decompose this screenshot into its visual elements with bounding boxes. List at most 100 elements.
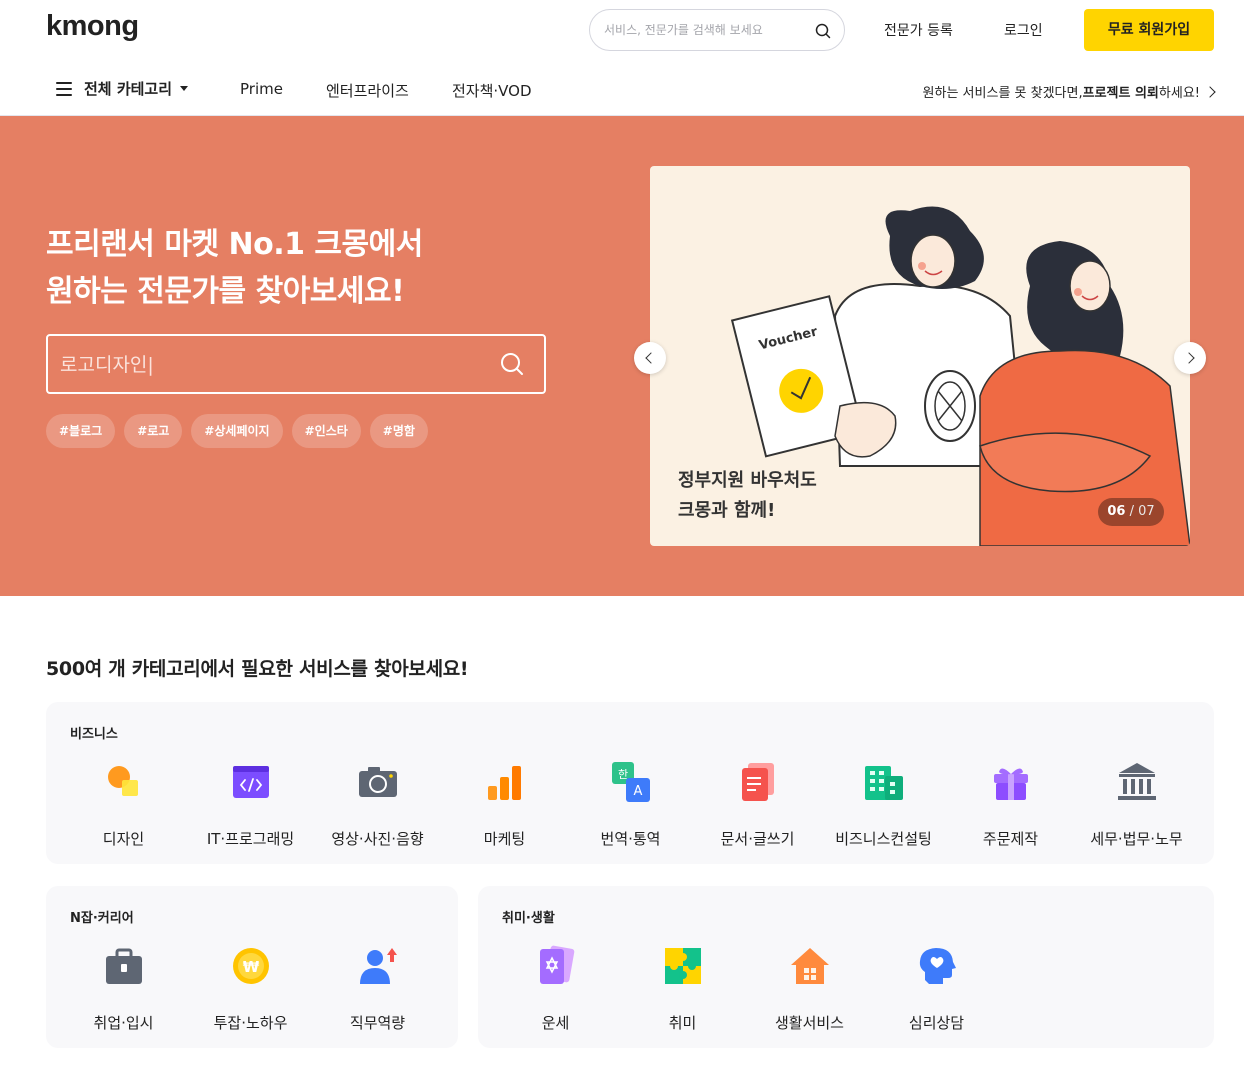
all-categories-label: 전체 카테고리 bbox=[84, 80, 173, 98]
hero-title-line1: 프리랜서 마켓 No.1 크몽에서 bbox=[46, 227, 423, 262]
carousel-prev-button[interactable] bbox=[634, 342, 666, 374]
category-label: 문서·글쓰기 bbox=[720, 830, 795, 848]
category-label: 취업·입시 bbox=[93, 1014, 154, 1032]
category-label: 운세 bbox=[541, 1014, 570, 1032]
category-label: 생활서비스 bbox=[774, 1014, 844, 1032]
svg-text:₩: ₩ bbox=[242, 958, 259, 976]
hero-search-input[interactable] bbox=[60, 352, 480, 378]
categories-heading: 500여 개 카테고리에서 필요한 서비스를 찾아보세요! bbox=[46, 658, 469, 680]
briefcase-icon bbox=[105, 948, 142, 984]
camera-icon bbox=[358, 767, 397, 797]
tag-detail-page[interactable]: #상세페이지 bbox=[191, 414, 283, 448]
category-translation[interactable]: 한 A 번역·통역 bbox=[567, 760, 694, 849]
category-label: 디자인 bbox=[102, 830, 145, 848]
category-label: 세무·법무·노무 bbox=[1090, 830, 1183, 848]
head-heart-icon bbox=[919, 948, 956, 984]
hobby-panel: 취미·생활 운세 취미 생활서비스 심리상담 bbox=[478, 886, 1214, 1048]
slide-separator: / bbox=[1125, 504, 1139, 519]
tarot-card-icon bbox=[539, 945, 574, 984]
search-icon[interactable] bbox=[813, 21, 833, 41]
category-label: 영상·사진·음향 bbox=[331, 830, 424, 848]
tag-business-card[interactable]: #명함 bbox=[369, 414, 428, 448]
category-document-writing[interactable]: 문서·글쓰기 bbox=[694, 760, 821, 849]
career-panel: N잡·커리어 취업·입시 ₩ 투잡·노하우 직무역량 bbox=[46, 886, 458, 1048]
career-title: N잡·커리어 bbox=[70, 911, 134, 926]
chevron-right-icon bbox=[1204, 85, 1216, 98]
puzzle-icon bbox=[664, 948, 701, 984]
category-job-admission[interactable]: 취업·입시 bbox=[60, 944, 187, 1033]
banner-text-line2: 크몽과 함께! bbox=[678, 500, 776, 521]
category-business-consulting[interactable]: 비즈니스컨설팅 bbox=[820, 760, 947, 849]
category-label: 심리상담 bbox=[908, 1014, 965, 1032]
document-icon bbox=[741, 763, 774, 801]
slide-counter: 06 / 07 bbox=[1098, 498, 1164, 526]
promo-banner[interactable]: Voucher 정부지원 바우처도 크몽과 함께! 06 / 07 bbox=[650, 166, 1190, 546]
hobby-title: 취미·생활 bbox=[502, 911, 555, 926]
category-side-job-knowhow[interactable]: ₩ 투잡·노하우 bbox=[187, 944, 314, 1033]
search-icon[interactable] bbox=[498, 350, 526, 378]
nav-enterprise[interactable]: 엔터프라이즈 bbox=[326, 80, 409, 101]
business-panel: 비즈니스 디자인 IT·프로그래밍 영상·사진·음향 마케팅 한 A 번역·통역… bbox=[46, 702, 1214, 864]
translate-icon: 한 A bbox=[611, 762, 650, 802]
bar-chart-icon bbox=[487, 766, 521, 800]
nav-ebook-vod[interactable]: 전자책·VOD bbox=[452, 80, 532, 101]
nav-prime[interactable]: Prime bbox=[240, 80, 283, 98]
category-tax-legal-labor[interactable]: 세무·법무·노무 bbox=[1073, 760, 1200, 849]
tag-blog[interactable]: #블로그 bbox=[46, 414, 116, 448]
hero-title-line2: 원하는 전문가를 찾아보세요! bbox=[46, 274, 405, 309]
carousel-next-button[interactable] bbox=[1174, 342, 1206, 374]
cta-suffix: 하세요! bbox=[1158, 86, 1200, 101]
hero-section: 프리랜서 마켓 No.1 크몽에서 원하는 전문가를 찾아보세요! #블로그 #… bbox=[0, 116, 1244, 596]
signup-button[interactable]: 무료 회원가입 bbox=[1084, 9, 1214, 51]
project-request-link[interactable]: 원하는 서비스를 못 찾겠다면, 프로젝트 의뢰 하세요! bbox=[922, 82, 1216, 101]
tag-instagram[interactable]: #인스타 bbox=[291, 414, 361, 448]
all-categories-menu[interactable]: 전체 카테고리 bbox=[56, 78, 189, 99]
gift-icon bbox=[993, 768, 1028, 800]
code-window-icon bbox=[232, 766, 269, 798]
tag-logo[interactable]: #로고 bbox=[124, 414, 183, 448]
category-label: IT·프로그래밍 bbox=[206, 830, 295, 848]
header-search-input[interactable] bbox=[604, 20, 794, 40]
hamburger-icon bbox=[56, 81, 72, 96]
login-link[interactable]: 로그인 bbox=[1004, 20, 1043, 40]
cta-prefix: 원하는 서비스를 못 찾겠다면, bbox=[922, 86, 1083, 101]
banner-text: 정부지원 바우처도 크몽과 함께! bbox=[678, 466, 817, 526]
category-custom-order[interactable]: 주문제작 bbox=[947, 760, 1074, 849]
category-label: 취미 bbox=[668, 1014, 697, 1032]
business-title: 비즈니스 bbox=[70, 727, 118, 742]
category-label: 마케팅 bbox=[483, 830, 526, 848]
category-label: 투잡·노하우 bbox=[213, 1014, 288, 1032]
category-video-photo-audio[interactable]: 영상·사진·음향 bbox=[314, 760, 441, 849]
category-label: 직무역량 bbox=[349, 1014, 406, 1032]
slide-total: 07 bbox=[1138, 504, 1155, 519]
svg-text:한: 한 bbox=[617, 768, 627, 781]
category-label: 번역·통역 bbox=[600, 830, 661, 848]
category-job-skills[interactable]: 직무역량 bbox=[314, 944, 441, 1033]
register-expert-link[interactable]: 전문가 등록 bbox=[884, 20, 953, 40]
house-icon bbox=[790, 948, 829, 984]
category-hobby[interactable]: 취미 bbox=[619, 944, 746, 1033]
cta-bold: 프로젝트 의뢰 bbox=[1082, 86, 1159, 101]
hero-title: 프리랜서 마켓 No.1 크몽에서 원하는 전문가를 찾아보세요! bbox=[46, 221, 423, 315]
site-header: kmong 전문가 등록 로그인 무료 회원가입 전체 카테고리 Prime 엔… bbox=[0, 0, 1244, 116]
caret-down-icon bbox=[180, 86, 189, 91]
person-growth-icon bbox=[359, 948, 397, 984]
banner-text-line1: 정부지원 바우처도 bbox=[678, 470, 817, 491]
kmong-logo[interactable]: kmong bbox=[46, 10, 139, 43]
bank-icon bbox=[1117, 763, 1156, 800]
category-marketing[interactable]: 마케팅 bbox=[441, 760, 568, 849]
building-icon bbox=[864, 766, 903, 800]
slide-current: 06 bbox=[1107, 504, 1126, 519]
category-life-service[interactable]: 생활서비스 bbox=[746, 944, 873, 1033]
category-fortune[interactable]: 운세 bbox=[492, 944, 619, 1033]
category-label: 비즈니스컨설팅 bbox=[835, 830, 932, 848]
popular-tags: #블로그 #로고 #상세페이지 #인스타 #명함 bbox=[46, 414, 428, 448]
svg-text:A: A bbox=[633, 784, 642, 799]
category-design[interactable]: 디자인 bbox=[60, 760, 187, 849]
category-label: 주문제작 bbox=[982, 830, 1039, 848]
hero-search-box[interactable] bbox=[46, 334, 546, 394]
header-search-box[interactable] bbox=[589, 9, 845, 51]
category-counseling[interactable]: 심리상담 bbox=[873, 944, 1000, 1033]
category-it-programming[interactable]: IT·프로그래밍 bbox=[187, 760, 314, 849]
coin-icon: ₩ bbox=[232, 948, 269, 984]
